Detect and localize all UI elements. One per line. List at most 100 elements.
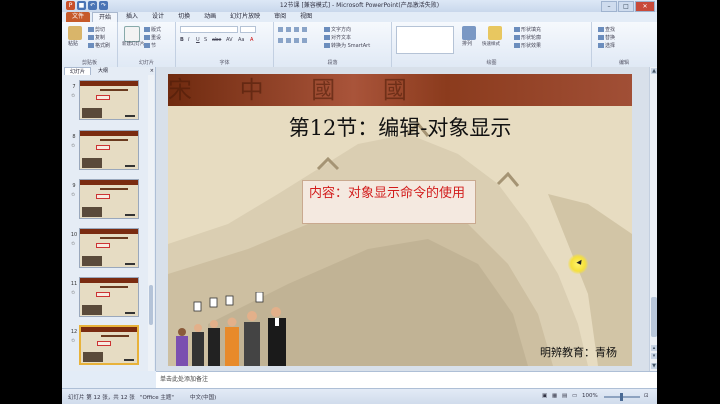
close-button[interactable]: ✕ — [635, 1, 655, 12]
new-slide-button[interactable]: 新建幻灯片 — [122, 42, 145, 47]
fit-to-window-icon[interactable]: ⊡ — [644, 393, 649, 399]
align-text-button[interactable]: 对齐文本 — [324, 35, 351, 41]
slide-thumbnail[interactable] — [79, 179, 139, 219]
prev-slide-icon[interactable]: ▴ — [651, 345, 657, 351]
view-reading-icon[interactable]: ▤ — [562, 393, 567, 399]
new-slide-icon[interactable] — [124, 26, 140, 42]
animation-star-icon: ✩ — [71, 192, 76, 198]
font-color-button[interactable]: A — [250, 38, 253, 43]
tab-view[interactable]: 视图 — [294, 12, 318, 22]
copy-button[interactable]: 复制 — [88, 35, 105, 41]
underline-button[interactable]: U — [196, 38, 200, 43]
pane-tab-outline[interactable]: 大纲 — [93, 67, 113, 75]
reset-button[interactable]: 重设 — [144, 35, 161, 41]
shadow-button[interactable]: S — [204, 38, 207, 43]
pane-scroll-thumb[interactable] — [149, 285, 153, 325]
justify-icon[interactable] — [302, 38, 307, 43]
view-slideshow-icon[interactable]: ▭ — [572, 393, 577, 399]
slide-thumbnail-row[interactable]: 9 ✩ — [62, 179, 148, 222]
tab-slideshow[interactable]: 幻灯片放映 — [224, 12, 266, 22]
tab-file[interactable]: 文件 — [66, 12, 91, 22]
slides-pane: 幻灯片 大纲 × 7 ✩ 8 ✩ 9 ✩ 10 ✩ 11 ✩ 12 ✩ — [62, 67, 156, 371]
slide-thumbnail[interactable] — [79, 277, 139, 317]
vertical-scroll-thumb[interactable] — [651, 297, 657, 337]
zoom-level[interactable]: 100% — [582, 393, 598, 399]
slide-footer[interactable]: 明辨教育：青杨 — [540, 344, 617, 360]
shapes-gallery[interactable] — [396, 26, 454, 54]
replace-icon — [598, 35, 604, 40]
slide-thumbnail-row[interactable]: 10 ✩ — [62, 228, 148, 271]
shape-effects-button[interactable]: 形状效果 — [514, 43, 541, 49]
quick-styles-icon[interactable] — [488, 26, 502, 40]
font-name-box[interactable] — [180, 26, 238, 33]
pane-scrollbar[interactable] — [148, 75, 154, 371]
copy-icon — [88, 35, 94, 40]
slide-thumbnail[interactable] — [79, 228, 139, 268]
quick-styles-button[interactable]: 快速样式 — [482, 42, 500, 47]
bullets-icon[interactable] — [278, 27, 283, 32]
slide-title[interactable]: 第12节：编辑-对象显示 — [168, 112, 632, 142]
scroll-down-icon[interactable]: ▼ — [651, 363, 657, 369]
next-slide-icon[interactable]: ▾ — [651, 353, 657, 359]
align-center-icon[interactable] — [286, 38, 291, 43]
font-size-box[interactable] — [240, 26, 256, 33]
paste-icon[interactable] — [68, 26, 82, 40]
numbering-icon[interactable] — [286, 27, 291, 32]
tab-home[interactable]: 开始 — [92, 12, 119, 22]
shape-fill-button[interactable]: 形状填充 — [514, 27, 541, 33]
tab-animations[interactable]: 动画 — [198, 12, 222, 22]
bold-button[interactable]: B — [180, 38, 184, 43]
layout-button[interactable]: 版式 — [144, 27, 161, 33]
group-editing: 查找 替换 选择 编辑 — [592, 22, 656, 67]
slide-thumbnail-selected[interactable] — [79, 325, 139, 365]
pane-tab-slides[interactable]: 幻灯片 — [64, 67, 92, 75]
slide-thumbnail[interactable] — [79, 80, 139, 120]
paste-button[interactable]: 粘贴 — [68, 42, 78, 47]
arrange-button[interactable]: 排列 — [462, 42, 472, 47]
view-normal-icon[interactable]: ▣ — [542, 393, 547, 399]
shape-outline-button[interactable]: 形状轮廓 — [514, 35, 541, 41]
group-label-editing: 编辑 — [618, 60, 629, 66]
indent-increase-icon[interactable] — [302, 27, 307, 32]
view-sorter-icon[interactable]: ▦ — [552, 393, 557, 399]
minimize-button[interactable]: – — [601, 1, 617, 12]
arrange-icon[interactable] — [462, 26, 476, 40]
slide-thumbnail[interactable] — [79, 130, 139, 170]
align-left-icon[interactable] — [278, 38, 283, 43]
find-button[interactable]: 查找 — [598, 27, 615, 33]
italic-button[interactable]: I — [188, 38, 189, 43]
notes-pane[interactable]: 单击此处添加备注 — [156, 371, 657, 389]
content-textbox[interactable]: 内容：对象显示命令的使用 — [302, 180, 476, 224]
align-text-icon — [324, 35, 330, 40]
scroll-up-icon[interactable]: ▲ — [651, 68, 657, 74]
black-border-left — [0, 0, 62, 404]
change-case-button[interactable]: Aa — [238, 38, 244, 43]
text-direction-button[interactable]: 文字方向 — [324, 27, 351, 33]
slide-thumbnail-row[interactable]: 11 ✩ — [62, 277, 148, 320]
language[interactable]: 中文(中国) — [190, 393, 216, 401]
tab-design[interactable]: 设计 — [146, 12, 170, 22]
tab-review[interactable]: 审阅 — [268, 12, 292, 22]
slide-thumbnail-row-selected[interactable]: 12 ✩ — [62, 325, 148, 368]
align-right-icon[interactable] — [294, 38, 299, 43]
slide-thumbnail-row[interactable]: 8 ✩ — [62, 130, 148, 173]
smartart-button[interactable]: 转换为 SmartArt — [324, 43, 370, 49]
strikethrough-button[interactable]: abe — [212, 38, 221, 43]
theme-name: "Office 主题" — [140, 395, 174, 401]
slide[interactable]: 宋 中 國 國 第12节：编辑-对象显示 内容：对象显示命令的使用 明辨教育：青… — [168, 74, 632, 366]
banner-calligraphy: 宋 中 國 國 — [168, 76, 427, 104]
char-spacing-button[interactable]: AV — [226, 38, 233, 43]
format-painter-button[interactable]: 格式刷 — [88, 43, 110, 49]
tab-transitions[interactable]: 切换 — [172, 12, 196, 22]
zoom-slider-knob[interactable] — [620, 393, 623, 401]
slide-number: 10 — [70, 232, 78, 238]
indent-decrease-icon[interactable] — [294, 27, 299, 32]
vertical-scrollbar[interactable]: ▲ ▴ ▾ ▼ — [649, 67, 657, 371]
replace-button[interactable]: 替换 — [598, 35, 615, 41]
slide-thumbnail-row[interactable]: 7 ✩ — [62, 80, 148, 123]
select-button[interactable]: 选择 — [598, 43, 615, 49]
section-button[interactable]: 节 — [144, 43, 156, 49]
maximize-button[interactable]: □ — [618, 1, 634, 12]
cut-button[interactable]: 剪切 — [88, 27, 105, 33]
tab-insert[interactable]: 插入 — [120, 12, 144, 22]
